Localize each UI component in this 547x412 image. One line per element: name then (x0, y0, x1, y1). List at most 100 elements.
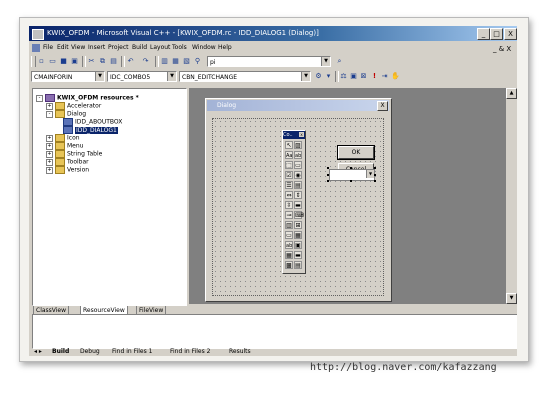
build-icon[interactable]: ▣ (349, 72, 358, 81)
ok-button[interactable]: OK (337, 145, 375, 160)
expand-icon[interactable]: + (46, 102, 53, 110)
compile-icon[interactable]: ⚖ (339, 72, 348, 81)
wizard-action-icon[interactable]: ⚙ (314, 72, 323, 81)
undo-icon[interactable]: ↶ (126, 57, 135, 66)
workspace-icon[interactable]: ▥ (160, 57, 169, 66)
resize-handle[interactable] (374, 180, 376, 182)
save-all-icon[interactable]: ▣ (70, 57, 79, 66)
pointer-icon[interactable]: ↖ (285, 141, 293, 149)
vertical-scrollbar[interactable]: ▲ ▼ (506, 88, 517, 304)
wizard-dropdown-icon[interactable]: ▾ (324, 72, 333, 81)
checkbox-icon[interactable]: ☑ (285, 171, 293, 179)
expand-icon[interactable]: + (46, 166, 53, 174)
resize-handle[interactable] (327, 180, 329, 182)
picture-icon[interactable]: ▨ (294, 141, 302, 149)
window-list-icon[interactable]: ▧ (182, 57, 191, 66)
title-bar[interactable]: KWIX_OFDM - Microsoft Visual C++ - [KWIX… (29, 26, 517, 41)
resize-handle[interactable] (350, 180, 352, 182)
resize-handle[interactable] (374, 174, 376, 176)
find-in-files-icon[interactable]: ⚲ (193, 57, 202, 66)
new-file-icon[interactable]: ▫ (37, 57, 46, 66)
progress-icon[interactable]: ▬ (294, 201, 302, 209)
static-text-icon[interactable]: Aa (285, 151, 293, 159)
output-tab-nav-icon[interactable]: ◂ ▸ (34, 348, 42, 356)
combo-control[interactable]: ▼ (329, 169, 375, 181)
close-button[interactable]: X (504, 28, 517, 40)
breakpoint-icon[interactable]: ✋ (391, 72, 400, 81)
dialog-title-bar[interactable]: Dialog X (207, 100, 389, 111)
go-icon[interactable]: ⇥ (380, 72, 389, 81)
menu-insert[interactable]: Insert (88, 42, 105, 54)
menu-help[interactable]: Help (218, 42, 232, 54)
button-icon[interactable]: ▭ (294, 161, 302, 169)
controls-toolbox-title-bar[interactable]: Co.. x (283, 131, 305, 139)
date-time-icon[interactable]: ▣ (294, 241, 302, 249)
find-combo[interactable]: pi ▼ (207, 56, 331, 67)
hscroll-icon[interactable]: ⇔ (285, 191, 293, 199)
controls-toolbox-close[interactable]: x (299, 132, 304, 137)
mdi-controls[interactable]: _ & X (493, 43, 511, 55)
expand-icon[interactable]: + (46, 142, 53, 150)
scroll-up-icon[interactable]: ▲ (506, 88, 517, 99)
chevron-down-icon[interactable]: ▼ (321, 57, 330, 66)
dialog-close-button[interactable]: X (377, 101, 388, 111)
menu-edit[interactable]: Edit (57, 42, 69, 54)
tab-find-in-files-2[interactable]: Find in Files 2 (170, 348, 210, 356)
menu-project[interactable]: Project (108, 42, 129, 54)
menu-file[interactable]: File (43, 42, 53, 54)
listbox-icon[interactable]: ▤ (294, 181, 302, 189)
tree-item-idd-dialog1[interactable]: IDD_DIALOG1 (63, 126, 118, 134)
chevron-down-icon[interactable]: ▼ (167, 72, 176, 81)
tree-root[interactable]: - KWIX_OFDM resources * (36, 94, 139, 102)
collapse-icon[interactable]: - (46, 110, 53, 118)
menu-view[interactable]: View (71, 42, 85, 54)
redo-icon[interactable]: ↷ (141, 57, 150, 66)
menu-window[interactable]: Window (192, 42, 216, 54)
save-icon[interactable]: ■ (59, 57, 68, 66)
vscroll-icon[interactable]: ⇕ (294, 191, 302, 199)
tab-control-icon[interactable]: ▭ (285, 231, 293, 239)
scroll-down-icon[interactable]: ▼ (506, 293, 517, 304)
minimize-button[interactable]: _ (477, 28, 490, 40)
tree-item-toolbar[interactable]: + Toolbar (46, 158, 89, 166)
chevron-down-icon[interactable]: ▼ (301, 72, 310, 81)
rich-edit-icon[interactable]: ab (285, 241, 293, 249)
tab-find-in-files-1[interactable]: Find in Files 1 (112, 348, 152, 356)
radio-icon[interactable]: ◉ (294, 171, 302, 179)
hotkey-icon[interactable]: ⌨ (294, 211, 304, 219)
resize-handle[interactable] (327, 167, 329, 169)
animate-icon[interactable]: ▦ (294, 231, 302, 239)
tree-item-idd-aboutbox[interactable]: IDD_ABOUTBOX (63, 118, 122, 126)
expand-icon[interactable]: + (46, 150, 53, 158)
message-combo[interactable]: CBN_EDITCHANGE ▼ (179, 71, 311, 82)
resize-handle[interactable] (350, 167, 352, 169)
tree-item-menu[interactable]: + Menu (46, 142, 83, 150)
class-combo[interactable]: CMAINFORIN ▼ (31, 71, 105, 82)
tab-build[interactable]: Build (52, 348, 69, 356)
toolbar-grip[interactable] (31, 56, 36, 67)
group-box-icon[interactable]: ⬚ (285, 161, 293, 169)
tree-item-version[interactable]: + Version (46, 166, 89, 174)
cut-icon[interactable]: ✂ (87, 57, 96, 66)
copy-icon[interactable]: ⧉ (98, 57, 107, 66)
tree-item-accelerator[interactable]: + Accelerator (46, 102, 101, 110)
collapse-icon[interactable]: - (36, 94, 43, 102)
combobox-icon[interactable]: ☰ (285, 181, 293, 189)
month-calendar-icon[interactable]: ▦ (285, 251, 293, 259)
expand-icon[interactable]: + (46, 134, 53, 142)
menu-layout[interactable]: Layout (150, 42, 170, 54)
id-combo[interactable]: IDC_COMBO5 ▼ (107, 71, 177, 82)
resize-handle[interactable] (374, 167, 376, 169)
list-control-icon[interactable]: ▥ (285, 221, 293, 229)
open-icon[interactable]: ▭ (48, 57, 57, 66)
expand-icon[interactable]: + (46, 158, 53, 166)
menu-tools[interactable]: Tools (172, 42, 187, 54)
tree-item-dialog[interactable]: - Dialog (46, 110, 86, 118)
spin-icon[interactable]: ⇳ (285, 201, 293, 209)
output-window[interactable] (32, 314, 517, 349)
ip-address-icon[interactable]: ▬ (294, 251, 302, 259)
custom-control-icon[interactable]: ▩ (285, 261, 293, 269)
paste-icon[interactable]: ▤ (109, 57, 118, 66)
tab-results[interactable]: Results (229, 348, 251, 356)
tree-control-icon[interactable]: ⊞ (294, 221, 302, 229)
